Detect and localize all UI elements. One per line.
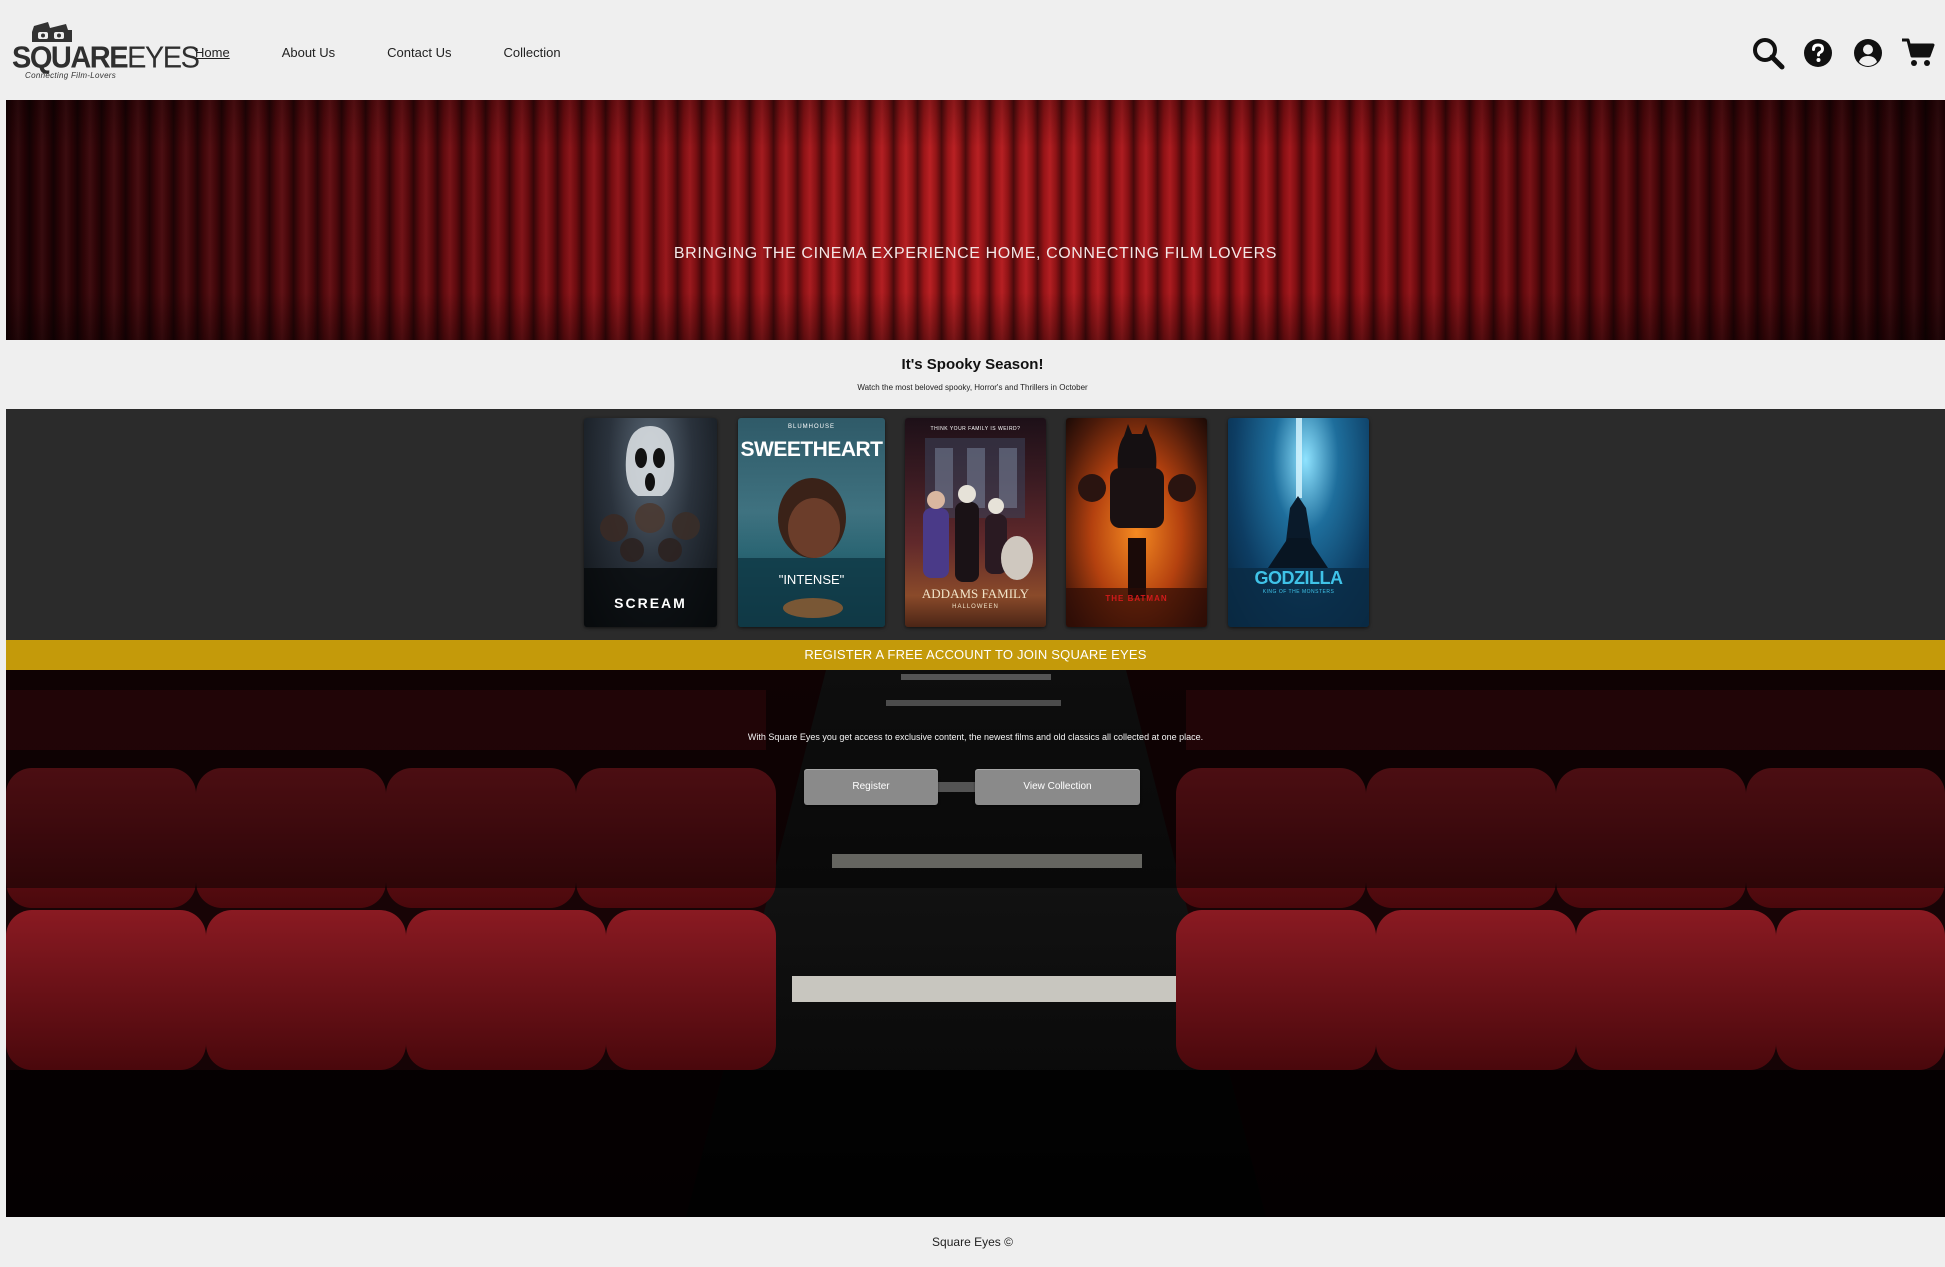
logo[interactable]: SQUAREEYES Connecting Film-Lovers <box>12 22 200 80</box>
nav-about-us[interactable]: About Us <box>282 45 335 60</box>
poster-the-batman[interactable]: THE BATMAN <box>1066 418 1207 627</box>
logo-word-thin: EYES <box>127 41 200 75</box>
poster-sweetheart-top: BLUMHOUSE <box>787 424 835 430</box>
poster-batman-title: THE BATMAN <box>1105 594 1168 603</box>
poster-sweetheart-quote: "INTENSE" <box>778 572 845 587</box>
logo-tagline: Connecting Film-Lovers <box>25 71 117 80</box>
logo-word-bold: SQUARE <box>12 41 129 75</box>
cinema-section: With Square Eyes you get access to exclu… <box>6 670 1945 1217</box>
nav-collection[interactable]: Collection <box>503 45 560 60</box>
site-footer: Square Eyes © <box>0 1217 1945 1264</box>
register-description: With Square Eyes you get access to exclu… <box>747 732 1204 742</box>
cart-icon <box>1902 38 1935 66</box>
nav-contact-us[interactable]: Contact Us <box>387 45 451 60</box>
search-icon <box>1753 38 1785 70</box>
cinema-seats-illustration <box>6 670 1945 1217</box>
nav-home[interactable]: Home <box>195 45 230 60</box>
poster-addams-top: THINK YOUR FAMILY IS WEIRD? <box>930 426 1021 432</box>
poster-scream[interactable]: SCREAM <box>584 418 717 627</box>
poster-addams-title: ADDAMS FAMILY <box>921 586 1030 601</box>
footer-copyright: Square Eyes © <box>932 1235 1013 1249</box>
poster-addams-family[interactable]: THINK YOUR FAMILY IS WEIRD? ADDAMS FAMIL… <box>905 418 1046 627</box>
cart-button[interactable] <box>1901 36 1935 70</box>
register-button[interactable]: Register <box>804 769 938 805</box>
poster-addams-sub: HALLOWEEN <box>952 604 999 610</box>
poster-scream-title: SCREAM <box>614 595 687 611</box>
hero-headline: BRINGING THE CINEMA EXPERIENCE HOME, CON… <box>673 245 1278 262</box>
spooky-subtitle: Watch the most beloved spooky, Horror's … <box>857 383 1088 392</box>
search-button[interactable] <box>1751 36 1785 70</box>
poster-sweetheart[interactable]: BLUMHOUSE SWEETHEART "INTENSE" <box>738 418 885 627</box>
help-icon <box>1804 39 1832 67</box>
hero-banner: BRINGING THE CINEMA EXPERIENCE HOME, CON… <box>6 100 1945 340</box>
view-collection-button[interactable]: View Collection <box>975 769 1140 805</box>
spooky-title: It's Spooky Season! <box>901 356 1044 373</box>
header-tools <box>1751 36 1935 70</box>
poster-godzilla-title: GODZILLA <box>1254 568 1344 588</box>
poster-godzilla-sub: KING OF THE MONSTERS <box>1262 589 1335 595</box>
account-icon <box>1854 39 1882 67</box>
godzilla-illustration <box>1228 418 1369 627</box>
account-button[interactable] <box>1851 36 1885 70</box>
main-nav: Home About Us Contact Us Collection <box>195 45 613 60</box>
register-banner: REGISTER A FREE ACCOUNT TO JOIN SQUARE E… <box>6 640 1945 670</box>
help-button[interactable] <box>1801 36 1835 70</box>
poster-sweetheart-title: SWEETHEART <box>740 438 884 461</box>
poster-godzilla[interactable]: GODZILLA KING OF THE MONSTERS <box>1228 418 1369 627</box>
site-header: SQUAREEYES Connecting Film-Lovers Home A… <box>0 0 1945 100</box>
